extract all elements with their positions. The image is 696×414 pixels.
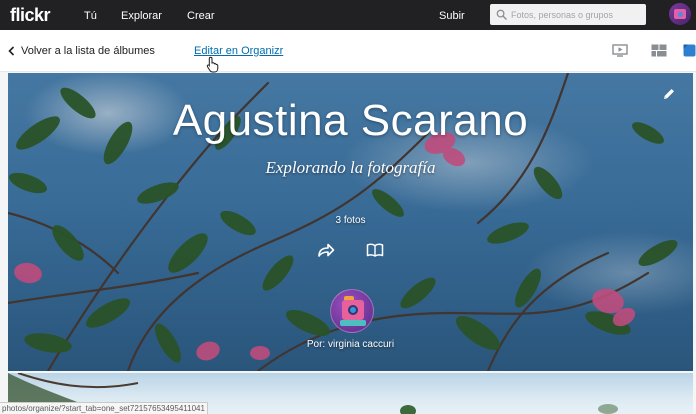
status-bar-url: photos/organize/?start_tab=one_set721576…	[0, 402, 208, 414]
back-link-label: Volver a la lista de álbumes	[21, 45, 155, 57]
user-avatar[interactable]	[669, 3, 691, 25]
album-toolbar: Volver a la lista de álbumes Editar en O…	[0, 30, 696, 72]
info-icon[interactable]	[683, 44, 696, 57]
album-cover: Agustina Scarano Explorando la fotografí…	[8, 73, 693, 371]
album-title[interactable]: Agustina Scarano	[8, 94, 693, 148]
share-icon[interactable]	[317, 242, 335, 258]
search-icon	[496, 9, 507, 20]
nav-crear[interactable]: Crear	[187, 8, 215, 24]
cursor-hand-icon	[206, 56, 219, 73]
grid-icon[interactable]	[651, 44, 667, 57]
owner-avatar[interactable]	[330, 289, 374, 333]
back-to-albums-link[interactable]: Volver a la lista de álbumes	[8, 43, 155, 59]
album-description: Explorando la fotografía	[265, 158, 436, 177]
search-placeholder: Fotos, personas o grupos	[511, 10, 614, 20]
flickr-logo[interactable]: flickr	[10, 3, 51, 27]
top-navigation-bar: flickr Tú Explorar Crear Subir Fotos, pe…	[0, 0, 696, 30]
book-icon[interactable]	[366, 243, 384, 257]
chevron-left-icon	[8, 46, 15, 56]
owner-name[interactable]: Por: virginia caccuri	[8, 338, 693, 352]
photo-count: 3 fotos	[335, 215, 366, 226]
slideshow-icon[interactable]	[612, 44, 628, 57]
upload-link[interactable]: Subir	[439, 8, 465, 24]
nav-tu[interactable]: Tú	[84, 8, 97, 24]
nav-explorar[interactable]: Explorar	[121, 8, 162, 24]
pencil-icon[interactable]	[662, 87, 676, 101]
search-input[interactable]: Fotos, personas o grupos	[490, 4, 646, 25]
